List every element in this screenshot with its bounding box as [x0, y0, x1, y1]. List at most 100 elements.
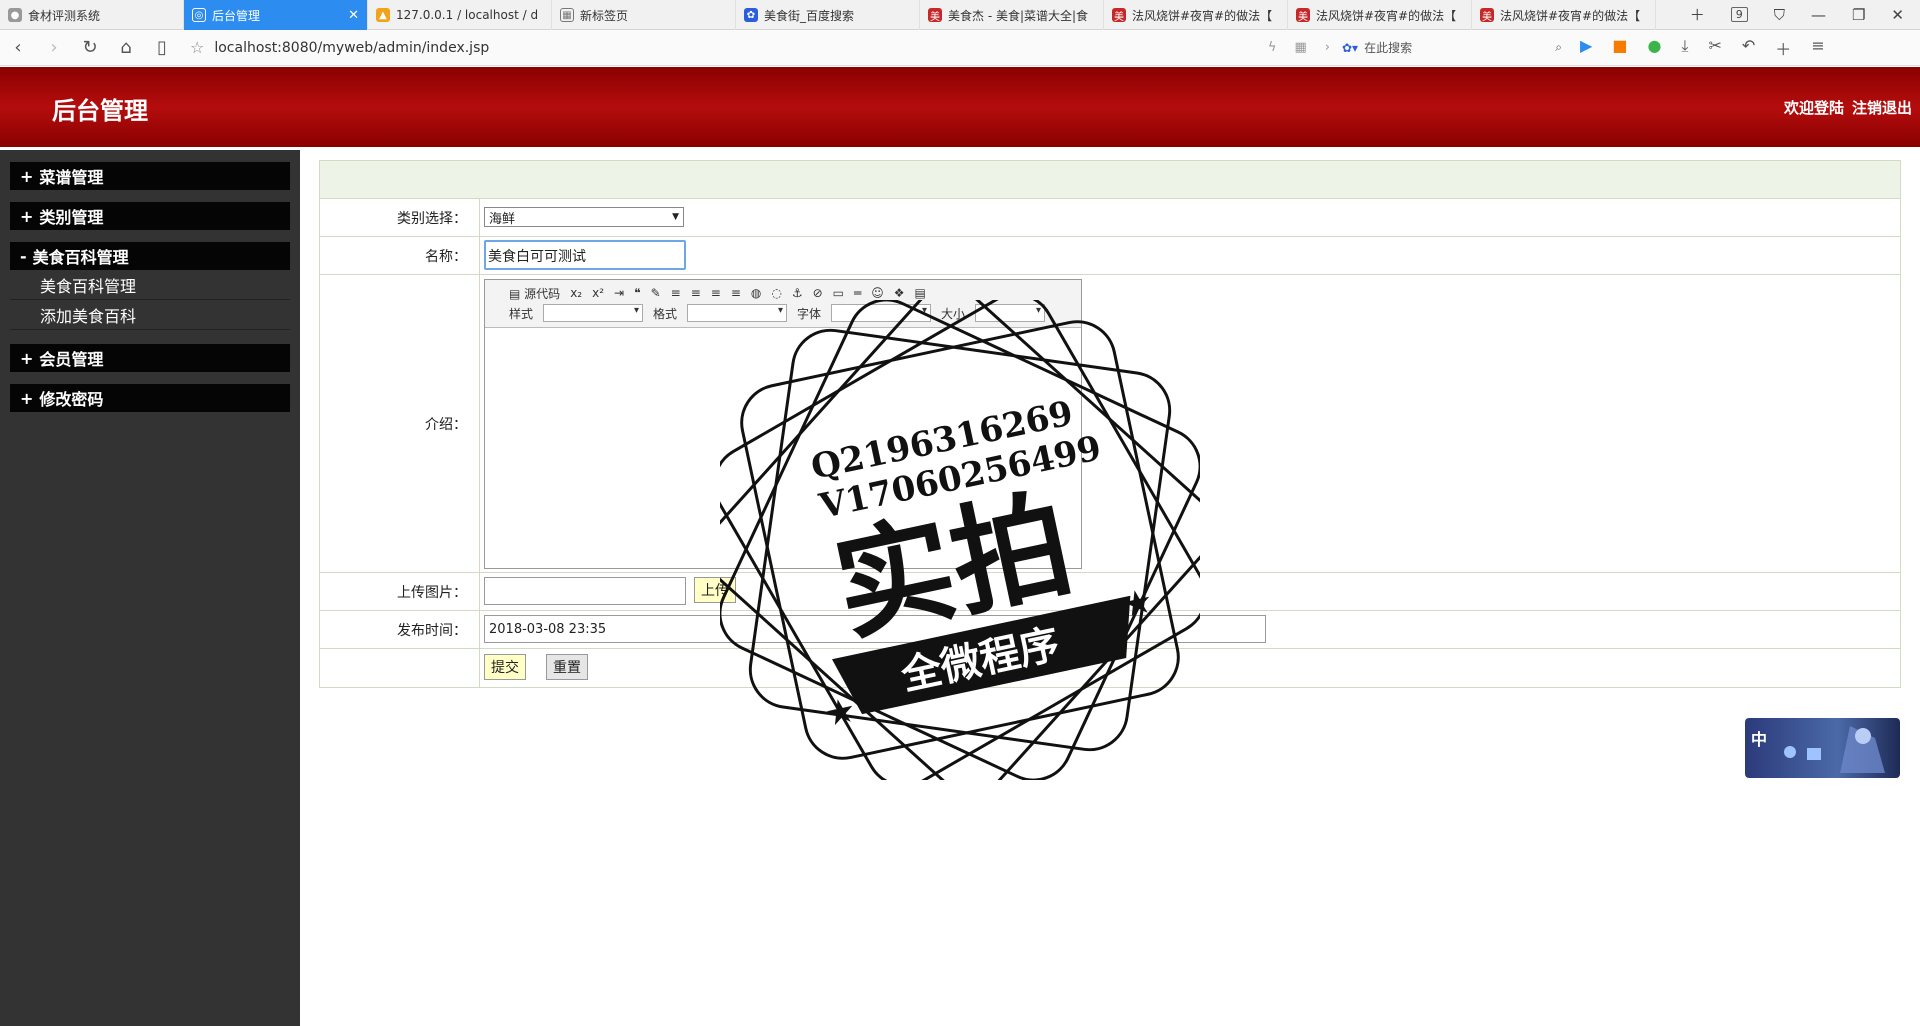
url-text[interactable]: localhost:8080/myweb/admin/index.jsp — [214, 40, 1258, 56]
play-video-icon[interactable]: ▶ — [1580, 36, 1592, 60]
unlink-icon[interactable]: ◌ — [771, 286, 781, 300]
sidebar-item-encyclopedia-add[interactable]: 添加美食百科 — [10, 300, 290, 330]
browser-tab-3[interactable]: ▲ 127.0.0.1 / localhost / d — [368, 0, 552, 30]
add-icon[interactable]: ＋ — [1775, 36, 1791, 60]
sidebar-group-members[interactable]: + 会员管理 — [10, 344, 290, 372]
browser-tab-4[interactable]: ▦ 新标签页 — [552, 0, 736, 30]
sidebar-group-recipes[interactable]: + 菜谱管理 — [10, 162, 290, 190]
wechat-icon[interactable]: ● — [1647, 36, 1661, 60]
sidebar-item-encyclopedia-manage[interactable]: 美食百科管理 — [10, 270, 290, 300]
blockquote-icon[interactable]: ❝ — [634, 286, 640, 300]
minimize-icon[interactable]: — — [1811, 6, 1826, 24]
source-code-button[interactable]: ▤ 源代码 — [509, 285, 560, 302]
browser-tab-8[interactable]: 美 法风烧饼#夜宵#的做法【 — [1288, 0, 1472, 30]
expand-sign: + — [20, 348, 34, 368]
new-tab-plus-icon[interactable]: ＋ — [1690, 4, 1705, 25]
flash-icon[interactable]: ⊘ — [813, 286, 823, 300]
sidebar-group-categories[interactable]: + 类别管理 — [10, 202, 290, 230]
reset-button[interactable]: 重置 — [546, 654, 588, 680]
align-right-icon[interactable]: ≡ — [711, 286, 721, 300]
qr-code-icon[interactable]: ▦ — [1295, 40, 1307, 55]
back-icon[interactable]: ‹ — [0, 37, 36, 58]
table-icon[interactable]: ▭ — [833, 286, 844, 300]
align-center-icon[interactable]: ≡ — [691, 286, 701, 300]
restore-icon[interactable]: ❐ — [1852, 6, 1865, 24]
scissors-icon[interactable]: ✂ — [1708, 36, 1721, 60]
special-char-icon[interactable]: ❖ — [894, 286, 905, 300]
ime-toolbar[interactable]: 中 — [1745, 718, 1900, 778]
sidebar-group-header[interactable]: + 类别管理 — [10, 202, 290, 230]
bookmark-star-icon[interactable]: ☆ — [190, 38, 204, 57]
shirt-skin-icon[interactable]: ⛉ — [1774, 6, 1785, 24]
anchor-icon[interactable]: ⚓ — [792, 286, 803, 300]
download-icon[interactable]: ⤓ — [1681, 36, 1688, 60]
sidebar-group-header[interactable]: - 美食百科管理 — [10, 242, 290, 270]
collapse-sign: - — [20, 246, 27, 266]
reload-icon[interactable]: ↻ — [72, 37, 108, 58]
align-left-icon[interactable]: ≡ — [671, 286, 681, 300]
source-code-label: 源代码 — [524, 286, 561, 301]
baidu-search-engine-icon[interactable]: ✿▾ — [1342, 41, 1358, 55]
browser-tab-7[interactable]: 美 法风烧饼#夜宵#的做法【 — [1104, 0, 1288, 30]
tab-count-badge[interactable]: 9 — [1730, 7, 1748, 22]
undo-icon[interactable]: ↶ — [1742, 36, 1755, 60]
logout-link[interactable]: 注销退出 — [1852, 97, 1912, 118]
close-window-icon[interactable]: ✕ — [1891, 6, 1904, 24]
reader-book-icon[interactable]: ▯ — [144, 37, 180, 58]
superscript-icon[interactable]: x² — [592, 286, 604, 300]
page-title: 后台管理 — [52, 96, 148, 125]
image-path-input[interactable] — [484, 577, 686, 605]
browser-tab-2[interactable]: ◎ 后台管理 ✕ — [184, 0, 368, 30]
search-icon[interactable]: ⌕ — [1555, 40, 1562, 55]
actions-field: 提交 重置 — [484, 654, 588, 680]
category-select[interactable]: 海鲜 ▼ — [484, 207, 684, 227]
sidebar-group-password[interactable]: + 修改密码 — [10, 384, 290, 412]
lightning-icon[interactable]: ϟ — [1268, 40, 1277, 55]
format-painter-icon[interactable]: ✎ — [651, 286, 661, 300]
browser-tab-1[interactable]: ● 食材评测系统 — [0, 0, 184, 30]
address-actions: ϟ ▦ › — [1268, 40, 1330, 55]
sidebar-group-label: 修改密码 — [39, 390, 104, 409]
category-field: 海鲜 ▼ — [484, 207, 684, 227]
browser-nav-bar: ‹ › ↻ ⌂ ▯ ☆ localhost:8080/myweb/admin/i… — [0, 30, 1920, 66]
justify-icon[interactable]: ≡ — [731, 286, 741, 300]
search-placeholder[interactable]: 在此搜索 — [1364, 39, 1549, 56]
sidebar-group-header[interactable]: + 菜谱管理 — [10, 162, 290, 190]
style-dropdown[interactable]: ▾ — [543, 304, 644, 322]
new-tab-icon: ▦ — [560, 8, 574, 22]
category-row: 类别选择： 海鲜 ▼ — [320, 199, 1900, 237]
forward-icon[interactable]: › — [36, 37, 72, 58]
chevron-right-icon[interactable]: › — [1325, 40, 1330, 55]
tab-title: 127.0.0.1 / localhost / d — [396, 8, 539, 22]
page-break-icon[interactable]: ▤ — [915, 286, 926, 300]
tab-title: 美食杰 - 美食|菜谱大全|食 — [948, 8, 1089, 23]
camera-icon[interactable]: ■ — [1612, 36, 1627, 60]
browser-tab-6[interactable]: 美 美食杰 - 美食|菜谱大全|食 — [920, 0, 1104, 30]
subscript-icon[interactable]: x₂ — [570, 286, 582, 300]
horizontal-rule-icon[interactable]: ═ — [854, 286, 861, 300]
expand-sign: + — [20, 206, 34, 226]
category-selected-value: 海鲜 — [489, 211, 516, 227]
address-bar[interactable]: ☆ localhost:8080/myweb/admin/index.jsp ϟ… — [190, 34, 1330, 62]
sidebar-group-header[interactable]: + 修改密码 — [10, 384, 290, 412]
tab-title: 法风烧饼#夜宵#的做法【 — [1132, 8, 1273, 23]
name-label: 名称： — [320, 237, 480, 274]
browser-tab-5[interactable]: ✿ 美食街_百度搜索 — [736, 0, 920, 30]
browser-tab-bar: ● 食材评测系统 ◎ 后台管理 ✕ ▲ 127.0.0.1 / localhos… — [0, 0, 1920, 30]
home-icon[interactable]: ⌂ — [108, 37, 144, 58]
source-code-icon: ▤ — [509, 286, 521, 301]
menu-icon[interactable]: ≡ — [1811, 36, 1824, 60]
smiley-icon[interactable]: ☺ — [871, 286, 884, 300]
submit-button[interactable]: 提交 — [484, 654, 526, 680]
sidebar-group-header[interactable]: + 会员管理 — [10, 344, 290, 372]
ime-character-art-icon — [1784, 726, 1885, 773]
indent-icon[interactable]: ⇥ — [614, 286, 624, 300]
browser-tab-9[interactable]: 美 法风烧饼#夜宵#的做法【 — [1472, 0, 1656, 30]
tab-title: 法风烧饼#夜宵#的做法【 — [1500, 8, 1641, 23]
close-tab-icon[interactable]: ✕ — [348, 8, 359, 23]
link-icon[interactable]: ◍ — [751, 286, 761, 300]
name-input[interactable]: 美食白可可测试 — [484, 240, 686, 270]
search-box[interactable]: ✿▾ 在此搜索 ⌕ — [1342, 35, 1562, 61]
sidebar-group-encyclopedia[interactable]: - 美食百科管理 美食百科管理 添加美食百科 — [10, 242, 290, 330]
welcome-link[interactable]: 欢迎登陆 — [1784, 97, 1844, 118]
